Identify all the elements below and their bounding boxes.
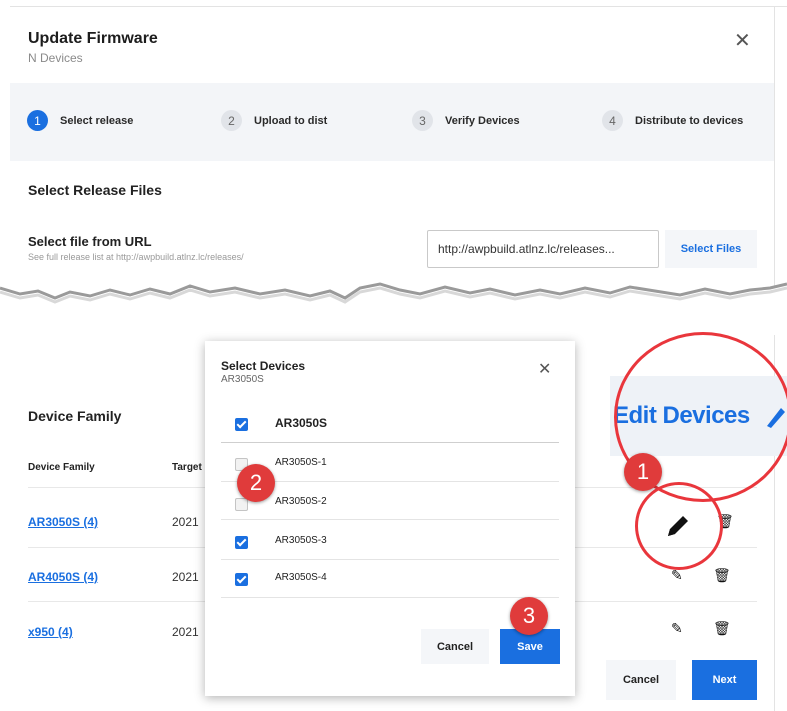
step-label: Upload to dist [254, 114, 328, 127]
select-files-button[interactable]: Select Files [665, 230, 757, 268]
step-number: 1 [27, 110, 48, 131]
device-label: AR3050S-3 [275, 535, 327, 546]
group-checkbox[interactable] [235, 418, 248, 431]
dialog-title: Update Firmware [28, 30, 158, 47]
device-family-title: Device Family [28, 408, 122, 424]
device-checkbox[interactable] [235, 536, 248, 549]
modal-cancel-button[interactable]: Cancel [421, 629, 489, 664]
step-label: Select release [60, 114, 134, 127]
step-label: Verify Devices [445, 114, 520, 127]
column-header-target: Target [172, 462, 202, 473]
device-label: AR3050S-4 [275, 572, 327, 583]
frame-border-top [10, 6, 787, 7]
device-family-link[interactable]: AR3050S (4) [28, 515, 98, 529]
step-distribute[interactable]: 4 Distribute to devices [602, 110, 743, 131]
target-date: 2021 [172, 515, 199, 529]
cancel-button[interactable]: Cancel [606, 660, 676, 700]
target-date: 2021 [172, 570, 199, 584]
step-select-release[interactable]: 1 Select release [27, 110, 133, 131]
url-label: Select file from URL [28, 234, 152, 249]
device-family-link[interactable]: x950 (4) [28, 625, 73, 639]
callout-badge-1: 1 [624, 453, 662, 491]
divider [221, 519, 559, 520]
device-family-link[interactable]: AR4050S (4) [28, 570, 98, 584]
callout-badge-2: 2 [237, 464, 275, 502]
device-checkbox[interactable] [235, 498, 248, 511]
device-label: AR3050S-1 [275, 457, 327, 468]
delete-icon[interactable]: 🗑 [713, 567, 731, 584]
group-label: AR3050S [275, 416, 328, 430]
modal-title: Select Devices [221, 359, 306, 373]
url-input[interactable] [427, 230, 659, 268]
url-help-text: See full release list at http://awpbuild… [28, 252, 244, 262]
step-number: 4 [602, 110, 623, 131]
modal-subtitle: AR3050S [221, 374, 264, 385]
close-icon[interactable]: ✕ [734, 31, 751, 51]
highlight-circle [635, 482, 723, 570]
step-label: Distribute to devices [635, 114, 744, 127]
step-verify-devices[interactable]: 3 Verify Devices [412, 110, 520, 131]
dialog-subtitle: N Devices [28, 51, 83, 65]
next-button[interactable]: Next [692, 660, 757, 700]
step-number: 2 [221, 110, 242, 131]
select-devices-modal: Select Devices AR3050S ✕ AR3050S AR3050S… [205, 341, 575, 696]
device-checkbox[interactable] [235, 573, 248, 586]
callout-badge-3: 3 [510, 597, 548, 635]
delete-icon[interactable]: 🗑 [713, 620, 731, 637]
step-number: 3 [412, 110, 433, 131]
frame-border-right [774, 6, 775, 711]
divider [221, 597, 559, 598]
device-label: AR3050S-2 [275, 496, 327, 507]
edit-icon[interactable]: ✎ [671, 620, 683, 637]
close-icon[interactable]: ✕ [538, 359, 551, 379]
step-upload-to-dist[interactable]: 2 Upload to dist [221, 110, 327, 131]
target-date: 2021 [172, 625, 199, 639]
section-title: Select Release Files [28, 182, 162, 198]
divider [221, 442, 559, 443]
torn-edge-divider [0, 282, 787, 335]
column-header-device-family: Device Family [28, 462, 95, 473]
divider [221, 559, 559, 560]
